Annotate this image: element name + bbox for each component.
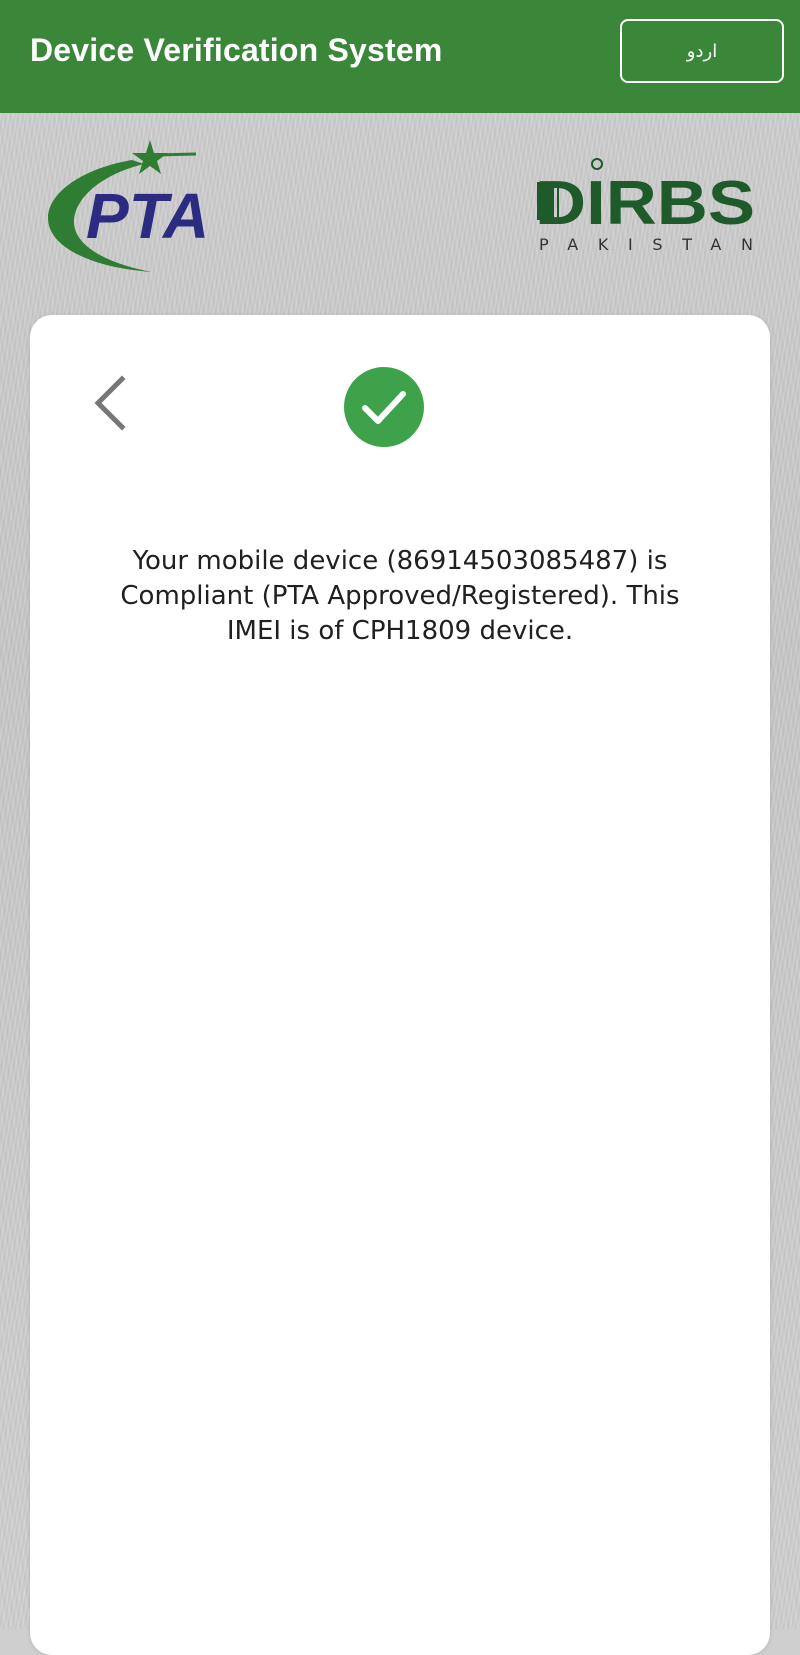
app-title: Device Verification System <box>30 32 443 68</box>
pta-star-icon <box>132 140 168 174</box>
pta-logo: PTA <box>48 140 209 272</box>
result-card: Your mobile device (86914503085487) is C… <box>30 315 770 1655</box>
back-button[interactable] <box>88 367 144 437</box>
check-circle-icon <box>344 367 424 447</box>
app-bar: Device Verification System اردو <box>0 0 800 113</box>
chevron-left-icon <box>94 375 126 431</box>
verification-result-message: Your mobile device (86914503085487) is C… <box>120 546 680 646</box>
urdu-language-button[interactable]: اردو <box>620 19 784 83</box>
pta-logo-text: PTA <box>86 180 209 252</box>
dirbs-logo-text: DIRBS <box>535 169 755 238</box>
dirbs-bulb-icon <box>591 158 603 170</box>
dirbs-logo: DIRBS PAKISTAN <box>535 158 755 254</box>
